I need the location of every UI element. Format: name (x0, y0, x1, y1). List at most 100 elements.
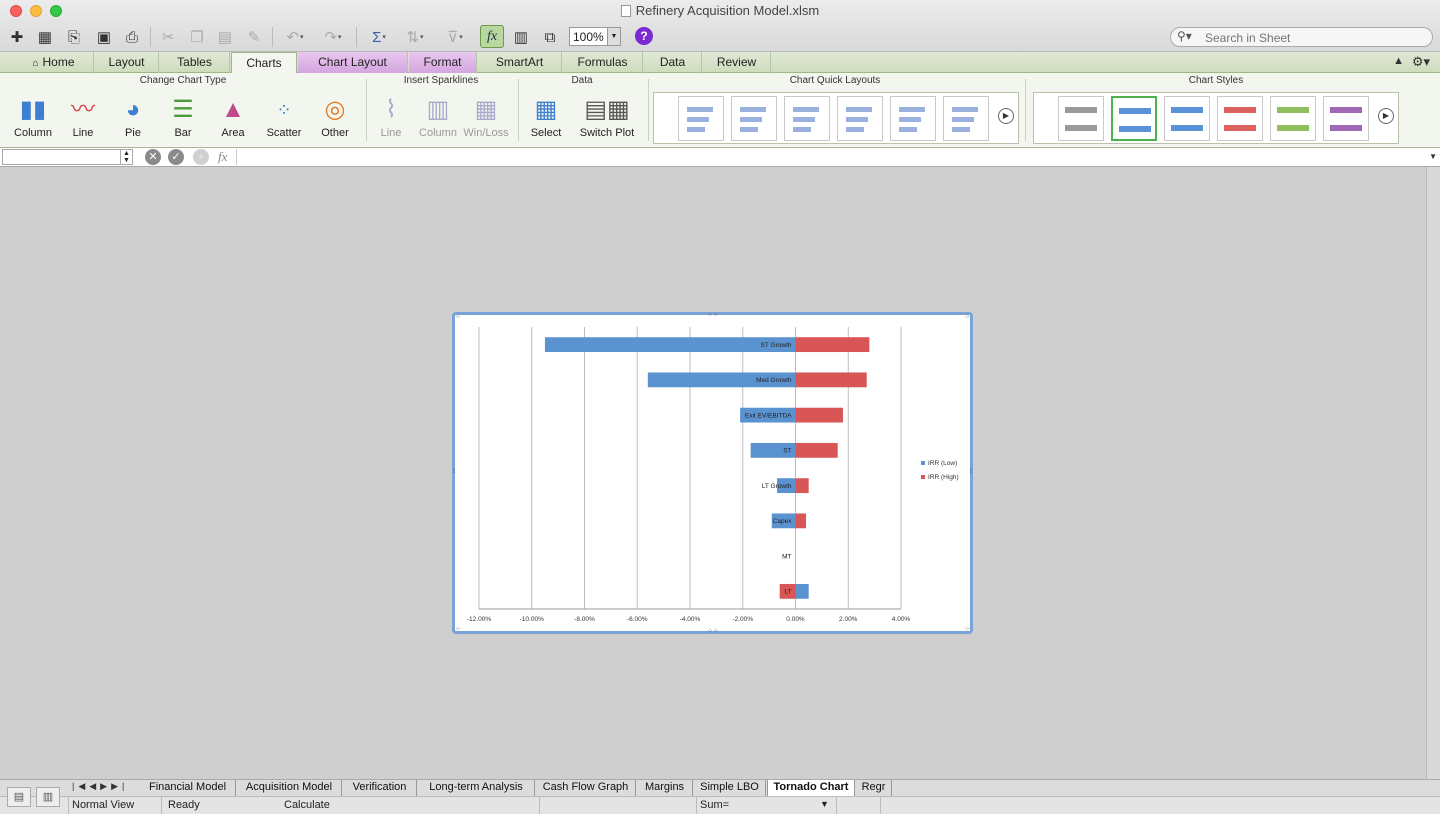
cut-icon[interactable]: ✂ (157, 26, 179, 48)
style-swatch (1330, 125, 1362, 131)
calculate-button[interactable]: Calculate (284, 799, 330, 811)
name-box[interactable]: ▲ ▼ (2, 149, 133, 165)
search-box: ⚲▾ (1170, 27, 1433, 47)
search-input[interactable] (1205, 30, 1425, 45)
copy-icon[interactable]: ❐ (186, 26, 208, 48)
sheet-tab-financial-model[interactable]: Financial Model (140, 780, 236, 796)
sparkline-column-button[interactable]: ▥ Column (414, 93, 462, 143)
redo-icon[interactable]: ↷ ▾ (318, 26, 348, 48)
chart-style-1[interactable] (1058, 96, 1104, 141)
resize-handle-tr[interactable]: ⁘ (964, 313, 970, 321)
sparkline-winloss-button[interactable]: ▦ Win/Loss (462, 93, 510, 143)
function-icon[interactable]: fx (218, 149, 227, 165)
tab-layout[interactable]: Layout (95, 52, 159, 73)
tab-home[interactable]: ⌂ Home (14, 52, 94, 73)
resize-handle-top[interactable]: ⁘⁘ (707, 311, 719, 319)
save-icon[interactable]: ▣ (93, 26, 115, 48)
sheet-tab-margins[interactable]: Margins (637, 780, 693, 796)
bar-high (795, 513, 807, 529)
insert-function-disabled-icon: ◦ (193, 149, 209, 165)
stepper-icon[interactable]: ▲ ▼ (120, 150, 132, 164)
line-chart-button[interactable]: 〰 Line (59, 93, 107, 143)
sort-icon[interactable]: ⇅ ▾ (400, 26, 430, 48)
quick-layout-3[interactable] (784, 96, 830, 141)
tornado-chart[interactable]: -12.00% -10.00% -8.00% -6.00% -4.00% -2.00% 0.… (452, 311, 973, 635)
search-icon[interactable]: ⚲▾ (1177, 29, 1192, 43)
sheet-tab-verification[interactable]: Verification (343, 780, 417, 796)
switch-plot-button[interactable]: ▤▦ Switch Plot (572, 93, 642, 143)
area-chart-button[interactable]: ▲ Area (209, 93, 257, 143)
expand-formula-icon[interactable]: ▼ (1429, 152, 1437, 161)
bar-chart-button[interactable]: ☰ Bar (159, 93, 207, 143)
new-icon[interactable]: ✚ (6, 26, 28, 48)
resize-handle-left[interactable]: ⁝ (453, 467, 455, 475)
cancel-formula-icon[interactable]: ✕ (145, 149, 161, 165)
select-data-button[interactable]: ▦ Select (522, 93, 570, 143)
tab-tables[interactable]: Tables (160, 52, 230, 73)
format-painter-icon[interactable]: ✎ (243, 26, 265, 48)
media-icon[interactable]: ⧉ (539, 26, 561, 48)
undo-icon[interactable]: ↶ ▾ (280, 26, 310, 48)
sheet-tab-regr[interactable]: Regr (856, 780, 892, 796)
sheet-tab-simple-lbo[interactable]: Simple LBO (694, 780, 766, 796)
tab-smartart[interactable]: SmartArt (478, 52, 562, 73)
next-layouts-icon[interactable]: ▶ (998, 108, 1014, 124)
sheet-tab-cash-flow-graph[interactable]: Cash Flow Graph (536, 780, 636, 796)
formula-input[interactable] (236, 149, 1424, 165)
other-chart-button[interactable]: ◎ Other (311, 93, 359, 143)
sheet-tab-tornado-chart[interactable]: Tornado Chart (767, 780, 855, 796)
collapse-ribbon-icon[interactable]: ▲ (1393, 55, 1404, 67)
resize-handle-br[interactable]: ⁘ (964, 625, 970, 633)
quick-layout-5[interactable] (890, 96, 936, 141)
tab-data[interactable]: Data (644, 52, 702, 73)
open-icon[interactable]: ⎘ (63, 26, 85, 48)
normal-view-icon[interactable]: ▤ (7, 787, 31, 807)
scatter-chart-button[interactable]: ⁘ Scatter (260, 93, 308, 143)
quick-layout-6[interactable] (943, 96, 989, 141)
chart-style-3[interactable] (1164, 96, 1210, 141)
tab-chart-layout[interactable]: Chart Layout (298, 52, 408, 73)
tab-charts[interactable]: Charts (231, 52, 297, 74)
paste-icon[interactable]: ▤ (214, 26, 236, 48)
quick-layout-1[interactable] (678, 96, 724, 141)
pie-chart-button[interactable]: ◕ Pie (109, 93, 157, 143)
zoom-select[interactable]: 100% ▼ (569, 27, 621, 46)
templates-icon[interactable]: ▦ (34, 26, 56, 48)
resize-handle-bl[interactable]: ⁘ (455, 625, 461, 633)
chevron-down-icon[interactable]: ▼ (820, 799, 829, 809)
quick-layout-2[interactable] (731, 96, 777, 141)
fx-icon[interactable]: fx (480, 25, 504, 48)
tab-format[interactable]: Format (409, 52, 477, 73)
group-data: Data ▦ Select ▤▦ Switch Plot (520, 75, 644, 145)
ribbon-tab-bar: ⌂ Home Layout Tables Charts Chart Layout … (0, 52, 1440, 74)
vertical-scrollbar[interactable] (1426, 167, 1440, 779)
chart-style-4[interactable] (1217, 96, 1263, 141)
resize-handle-bottom[interactable]: ⁘⁘ (707, 627, 719, 635)
resize-handle-tl[interactable]: ⁘ (455, 313, 461, 321)
formula-builder-icon[interactable]: ▥ (510, 26, 532, 48)
print-icon[interactable]: ⎙ (121, 26, 143, 48)
tab-review[interactable]: Review (703, 52, 771, 73)
sparkline-line-button[interactable]: ⌇ Line (367, 93, 415, 143)
chart-style-2[interactable] (1111, 96, 1157, 141)
chart-style-6[interactable] (1323, 96, 1369, 141)
help-icon[interactable]: ? (635, 27, 653, 45)
sheet-nav-arrows-icon[interactable]: |◀◀▶▶| (72, 781, 128, 792)
quick-layout-4[interactable] (837, 96, 883, 141)
chart-style-5[interactable] (1270, 96, 1316, 141)
sheet-tab-long-term-analysis[interactable]: Long-term Analysis (418, 780, 535, 796)
resize-handle-right[interactable]: ⁝ (970, 467, 972, 475)
autosum-icon[interactable]: Σ ▾ (364, 26, 394, 48)
tab-formulas[interactable]: Formulas (563, 52, 643, 73)
confirm-formula-icon[interactable]: ✓ (168, 149, 184, 165)
formula-bar: ▲ ▼ ✕ ✓ ◦ fx ▼ (0, 148, 1440, 167)
filter-icon[interactable]: ⊽ ▾ (440, 26, 470, 48)
gear-icon[interactable]: ⚙▾ (1412, 54, 1430, 70)
switch-plot-icon: ▤▦ (584, 96, 630, 123)
sum-indicator[interactable]: Sum= (700, 799, 729, 811)
layout-preview-bar (846, 117, 868, 122)
sheet-tab-acquisition-model[interactable]: Acquisition Model (237, 780, 342, 796)
next-styles-icon[interactable]: ▶ (1378, 108, 1394, 124)
page-layout-view-icon[interactable]: ▥ (36, 787, 60, 807)
column-chart-button[interactable]: ▮▮ Column (9, 93, 57, 143)
